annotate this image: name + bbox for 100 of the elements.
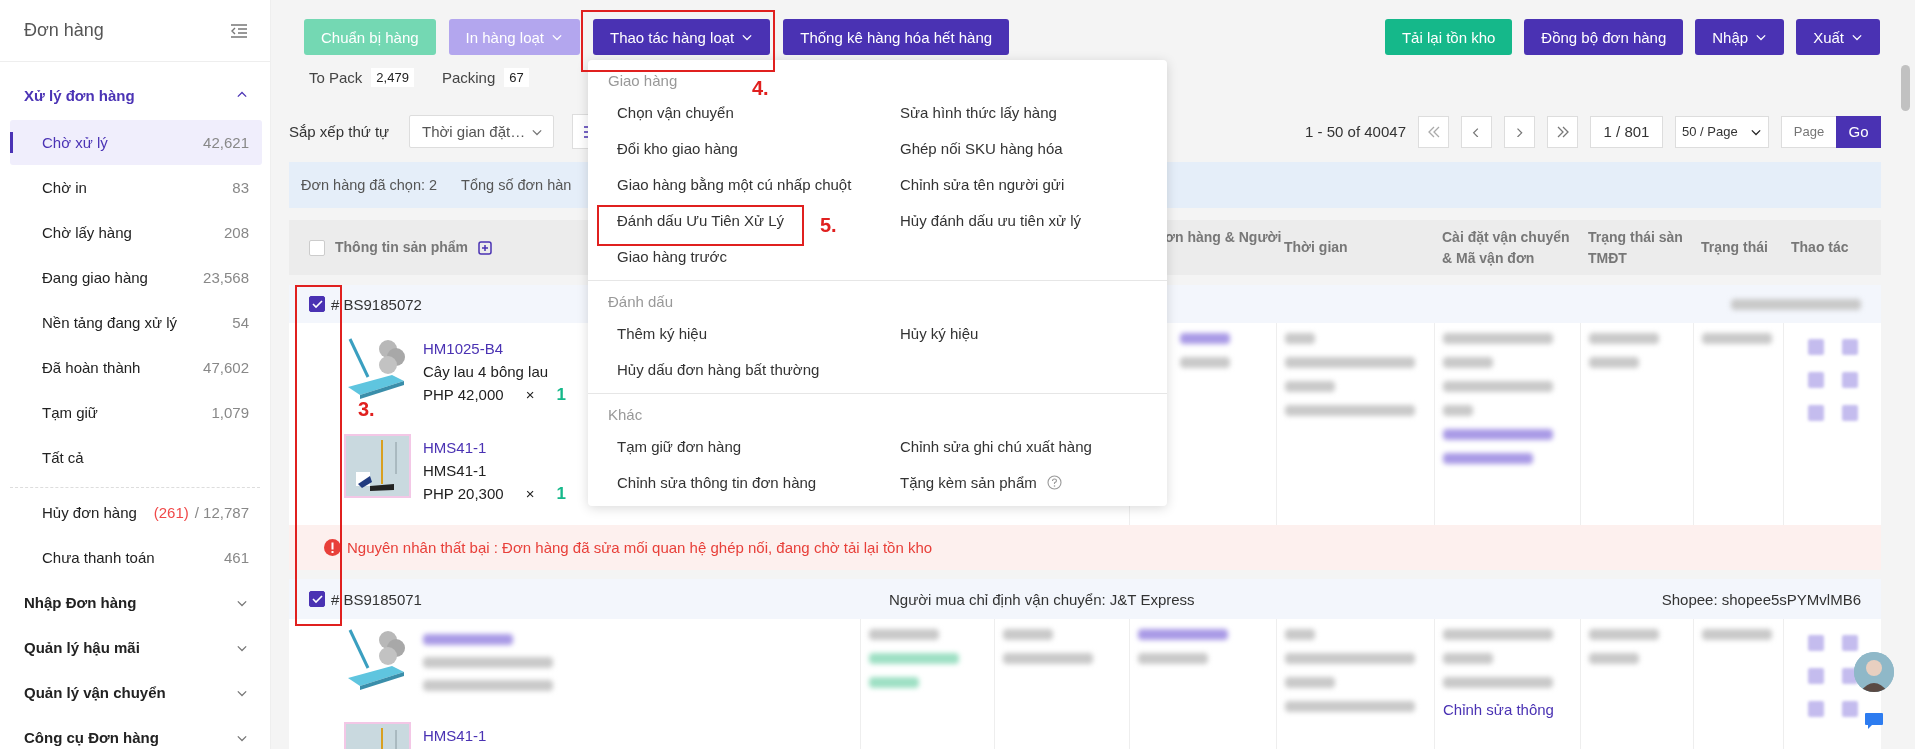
blurred-text [1180,333,1230,344]
page-field[interactable]: Page [1781,115,1836,148]
blurred-text [1702,629,1772,640]
toolbar-button[interactable]: Xuất [1796,19,1880,55]
menu-item[interactable]: Giao hàng bằng một cú nhấp chuột [617,166,852,202]
add-icon[interactable] [478,240,492,255]
collapse-menu-icon[interactable] [230,23,248,38]
sidebar-item[interactable]: Chờ in 83 [10,165,262,210]
double-left-icon [1426,125,1441,138]
sidebar-item[interactable]: Hủy đơn hàng (261) / 12,787 [10,490,262,535]
menu-item[interactable]: Tặng kèm sản phẩm [900,464,1062,500]
last-page-button[interactable] [1547,115,1578,148]
sidebar-item[interactable]: Đã hoàn thành 47,602 [10,345,262,390]
item-count: 42,621 [203,134,249,151]
sort-label: Sắp xếp thứ tự [289,123,391,140]
page-size-select[interactable]: 50 / Page [1675,115,1769,148]
sidebar-section[interactable]: Nhập Đơn hàng [0,580,270,625]
sidebar-item[interactable]: Tạm giữ 1,079 [10,390,262,435]
blurred-text [1138,653,1208,664]
blurred-text [1285,333,1315,344]
item-count: 1,079 [211,404,249,421]
menu-item[interactable]: Ghép nối SKU hàng hóa [900,130,1063,166]
column-header: Trạng thái [1701,239,1768,255]
action-icon[interactable] [1842,701,1858,717]
page-indicator: 1 / 801 [1590,115,1663,148]
action-icon[interactable] [1808,701,1824,717]
action-icon[interactable] [1808,339,1824,355]
menu-item[interactable]: Hủy đánh dấu ưu tiên xử lý [900,202,1082,238]
menu-group-title: Khác [608,405,643,425]
column-header: Thao tác [1791,239,1849,255]
menu-item[interactable]: Giao hàng trước [617,238,727,274]
step-number: 3. [358,398,375,421]
caret-icon [1755,32,1768,42]
item-count: / 12,787 [194,504,249,521]
error-message: Nguyên nhân thất bại : Đơn hàng đã sửa mối quan hệ ghép nối, đang chờ tải lại tồn kho [347,539,933,556]
action-icon[interactable] [1842,635,1858,651]
product-name: HMS41-1 [423,461,488,481]
blurred-text [1285,629,1315,640]
avatar[interactable] [1854,652,1894,692]
chat-icon[interactable] [1864,712,1884,730]
sidebar-section[interactable]: Quản lý hậu mãi [0,625,270,670]
action-icon[interactable] [1842,339,1858,355]
action-icon[interactable] [1808,405,1824,421]
go-button[interactable]: Go [1836,115,1881,148]
quantity: 1 [556,483,566,505]
product-sku[interactable]: HM1025-B4 [423,337,566,360]
sidebar-item[interactable]: Chưa thanh toán 461 [10,535,262,580]
quantity: 1 [556,384,566,406]
order-checkbox[interactable] [309,591,325,607]
column-header: Trạng thái sàn TMĐT [1588,228,1683,266]
page-range: 1 - 50 of 40047 [1305,123,1406,140]
menu-item[interactable]: Chọn vận chuyển [617,94,734,130]
sidebar-section[interactable]: Xử lý đơn hàng [0,70,270,120]
sidebar-item[interactable]: Chờ xử lý 42,621 [10,120,262,165]
action-icon[interactable] [1842,372,1858,388]
edit-shipping-link[interactable]: Chỉnh sửa thông [1443,701,1572,718]
sort-dropdown[interactable]: Thời gian đặt… [409,115,554,148]
menu-group-title: Đánh dấu [608,292,674,312]
menu-item[interactable]: Tạm giữ đơn hàng [617,428,742,464]
menu-item[interactable]: Sửa hình thức lấy hàng [900,94,1057,130]
menu-item[interactable]: Đánh dấu Ưu Tiên Xử Lý [617,202,785,238]
next-page-button[interactable] [1504,115,1535,148]
menu-item[interactable]: Hủy ký hiệu [900,315,979,351]
first-page-button[interactable] [1418,115,1449,148]
blurred-text [1285,381,1335,392]
sidebar-section[interactable]: Quản lý vận chuyển [0,670,270,715]
toolbar-button[interactable]: Thao tác hàng loạt [593,19,771,55]
action-icon[interactable] [1808,668,1824,684]
previous-page-button[interactable] [1461,115,1492,148]
menu-item[interactable]: Thêm ký hiệu [617,315,708,351]
menu-item[interactable]: Đổi kho giao hàng [617,130,738,166]
sidebar-section[interactable]: Công cụ Đơn hàng [0,715,270,749]
menu-item[interactable]: Chỉnh sửa tên người gửi [900,166,1065,202]
toolbar-button[interactable]: Nhập [1695,19,1785,55]
order-number: # BS9185072 [331,295,422,313]
scrollbar[interactable] [1901,65,1910,111]
toolbar-button[interactable]: Thống kê hàng hóa hết hàng [783,19,1010,55]
product-sku[interactable]: HMS41-1 [423,436,566,459]
menu-item[interactable]: Hủy dấu đơn hàng bất thường [617,351,820,387]
sidebar-item[interactable]: Tất cả [10,435,262,480]
sidebar-item[interactable]: Đang giao hàng 23,568 [10,255,262,300]
shipping-note: Người mua chỉ định vận chuyển: J&T Express [889,590,1195,608]
sidebar-item[interactable]: Nền tảng đang xử lý 54 [10,300,262,345]
action-icon[interactable] [1808,372,1824,388]
select-all-checkbox[interactable] [309,239,325,256]
action-icon[interactable] [1842,668,1858,684]
stat-count: 2,479 [371,67,414,87]
menu-item[interactable]: Chỉnh sửa ghi chú xuất hàng [900,428,1092,464]
sidebar-item[interactable]: Chờ lấy hàng 208 [10,210,262,255]
item-count: 208 [223,224,249,241]
step-number: 5. [820,214,837,237]
product-price: PHP 20,300 [423,484,504,504]
menu-item[interactable]: Chỉnh sửa thông tin đơn hàng [617,464,817,500]
order-checkbox[interactable] [309,296,325,312]
action-icon[interactable] [1808,635,1824,651]
product-sku[interactable]: HMS41-1 [423,724,487,747]
item-count: 83 [232,179,249,196]
toolbar-button[interactable]: Đồng bộ đơn hàng [1524,19,1684,55]
action-icon[interactable] [1842,405,1858,421]
column-header: Thông tin sản phẩm [335,238,468,257]
